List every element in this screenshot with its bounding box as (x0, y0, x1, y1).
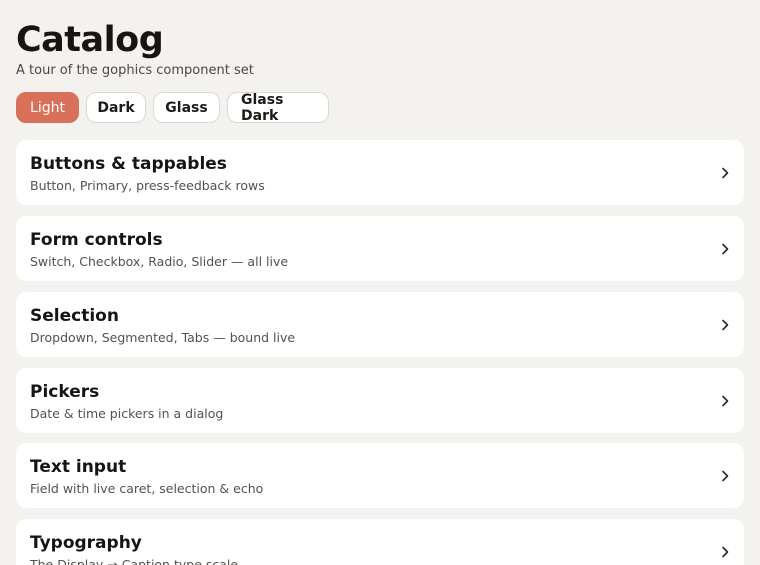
theme-pill-glass-dark[interactable]: Glass Dark (227, 92, 329, 124)
section-title: Form controls (30, 230, 163, 250)
catalog-page: Catalog A tour of the gophics component … (0, 0, 760, 565)
section-description: The Display → Caption type scale (30, 557, 239, 565)
section-title: Buttons & tappables (30, 154, 227, 174)
section-title: Typography (30, 533, 142, 553)
section-title: Selection (30, 306, 119, 326)
section-row-selection[interactable]: Selection Dropdown, Segmented, Tabs — bo… (16, 292, 744, 357)
section-description: Button, Primary, press-feedback rows (30, 178, 265, 193)
section-row-form-controls[interactable]: Form controls Switch, Checkbox, Radio, S… (16, 216, 744, 281)
section-title: Text input (30, 457, 127, 477)
section-description: Switch, Checkbox, Radio, Slider — all li… (30, 254, 289, 269)
theme-switcher: Light Dark Glass Glass Dark (16, 92, 329, 124)
chevron-right-icon (722, 243, 729, 255)
chevron-right-icon (722, 470, 729, 482)
section-row-typography[interactable]: Typography The Display → Caption type sc… (16, 519, 744, 565)
section-description: Date & time pickers in a dialog (30, 406, 224, 421)
theme-pill-light[interactable]: Light (16, 92, 79, 123)
section-row-buttons[interactable]: Buttons & tappables Button, Primary, pre… (16, 140, 744, 205)
page-title: Catalog (16, 20, 164, 60)
theme-pill-glass[interactable]: Glass (153, 92, 220, 123)
section-row-text-input[interactable]: Text input Field with live caret, select… (16, 443, 744, 508)
page-subtitle: A tour of the gophics component set (16, 63, 254, 78)
chevron-right-icon (722, 319, 729, 331)
chevron-right-icon (722, 546, 729, 558)
chevron-right-icon (722, 167, 729, 179)
section-title: Pickers (30, 382, 100, 402)
theme-pill-dark[interactable]: Dark (86, 92, 146, 123)
chevron-right-icon (722, 395, 729, 407)
section-row-pickers[interactable]: Pickers Date & time pickers in a dialog (16, 368, 744, 433)
section-description: Field with live caret, selection & echo (30, 481, 264, 496)
section-description: Dropdown, Segmented, Tabs — bound live (30, 330, 296, 345)
